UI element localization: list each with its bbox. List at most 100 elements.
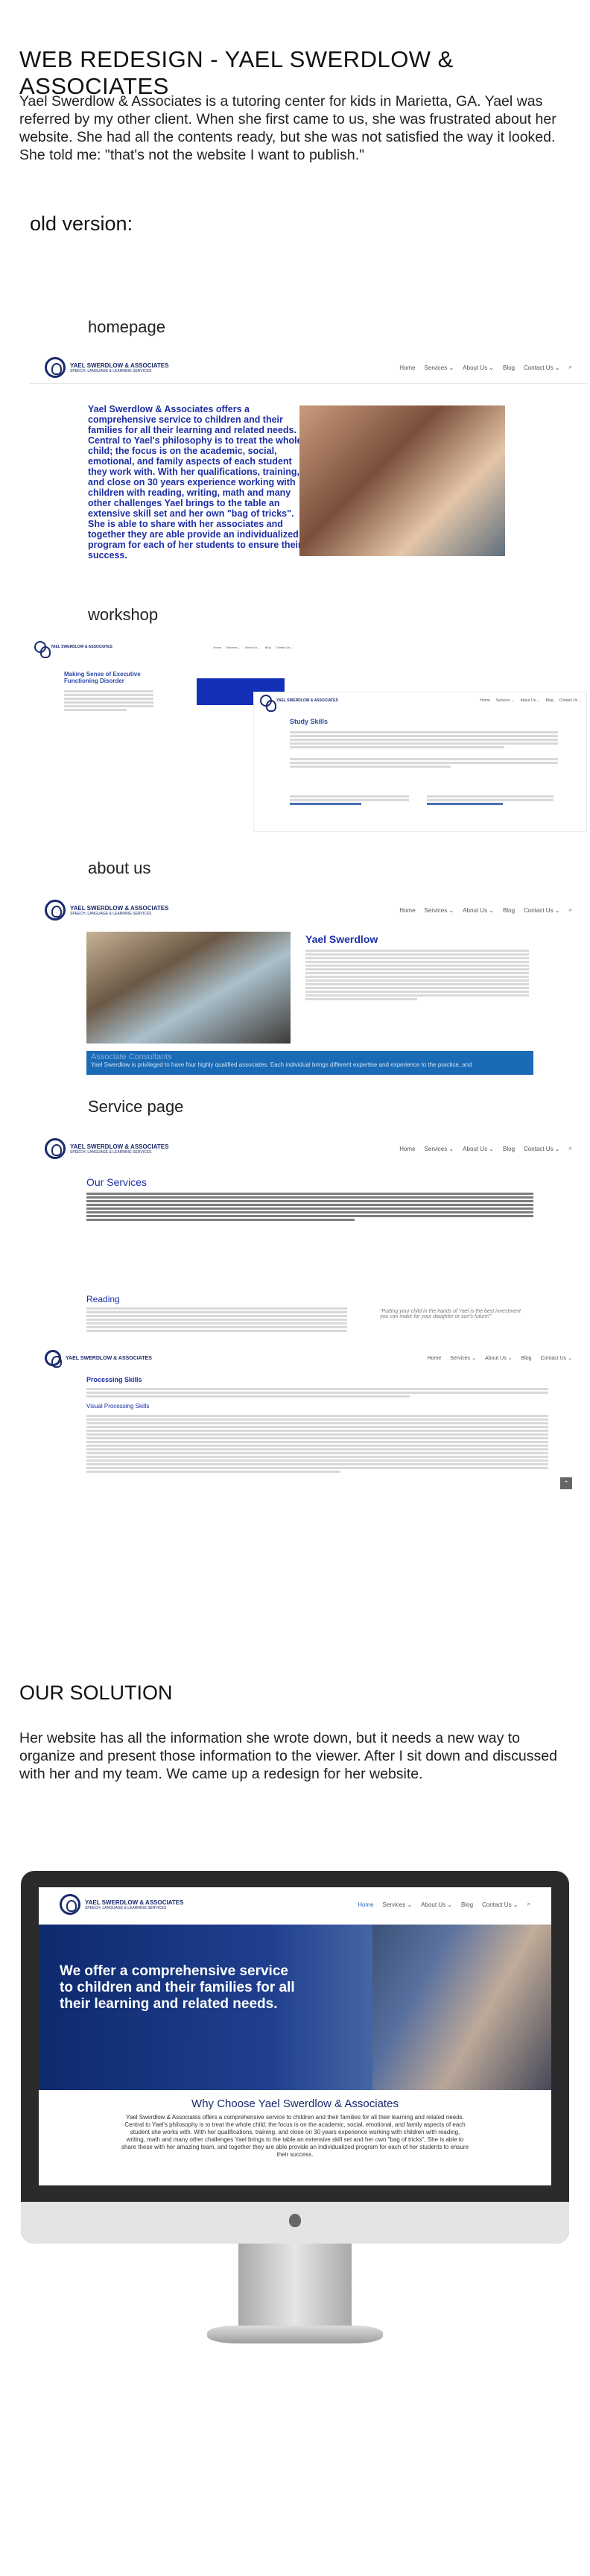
nav-services[interactable]: Services ⌄ — [450, 1355, 476, 1361]
old-version-heading: old version: — [30, 212, 133, 235]
nav-blog[interactable]: Blog — [503, 1146, 515, 1152]
logo-head-icon — [34, 641, 51, 658]
apple-logo-icon — [289, 2214, 301, 2227]
service-label: Service page — [88, 1097, 184, 1116]
workshop-heading: Making Sense of Executive Functioning Di… — [64, 671, 141, 684]
nav-blog[interactable]: Blog — [461, 1901, 473, 1908]
hero-banner: We offer a comprehensive service to chil… — [39, 1925, 551, 2090]
old-homepage-screenshot: YAEL SWERDLOW & ASSOCIATES SPEECH, LANGU… — [30, 350, 587, 604]
old-service-screenshot-b: YAEL SWERDLOW & ASSOCIATES Home Services … — [30, 1346, 587, 1547]
old-service-screenshot-a: YAEL SWERDLOW & ASSOCIATES SPEECH, LANGUA… — [30, 1130, 587, 1346]
visual-heading: Visual Processing Skills — [86, 1403, 150, 1409]
nav-contact[interactable]: Contact Us ⌄ — [276, 645, 294, 649]
study-skills-heading: Study Skills — [290, 718, 329, 725]
yael-portrait-photo — [299, 405, 505, 556]
nav-home[interactable]: Home — [399, 364, 415, 371]
nav-contact[interactable]: Contact Us ⌄ — [524, 907, 560, 914]
nav-about[interactable]: About Us ⌄ — [485, 1355, 513, 1361]
services-heading: Our Services — [86, 1176, 147, 1188]
scroll-up-button[interactable]: ⌃ — [560, 1477, 572, 1489]
workshop-label: workshop — [88, 605, 159, 624]
old-workshop-screenshot-b: YAEL SWERDLOW & ASSOCIATES Home Services … — [253, 692, 587, 832]
nav-home[interactable]: Home — [358, 1901, 373, 1908]
logo-name: YAEL SWERDLOW & ASSOCIATES — [70, 1143, 169, 1150]
reading-heading: Reading — [86, 1294, 120, 1304]
nav-about[interactable]: About Us ⌄ — [463, 907, 494, 914]
nav-blog[interactable]: Blog — [265, 645, 271, 649]
solution-paragraph: Her website has all the information she … — [19, 1730, 557, 1782]
nav-home[interactable]: Home — [480, 698, 489, 703]
about-label: about us — [88, 859, 151, 877]
why-heading: Why Choose Yael Swerdlow & Associates — [191, 2097, 399, 2110]
banner-text: Yael Swerdlow is privileged to have four… — [91, 1061, 472, 1068]
search-icon[interactable]: ⌕ — [569, 364, 572, 371]
solution-heading: OUR SOLUTION — [19, 1682, 173, 1704]
logo-name: YAEL SWERDLOW & ASSOCIATES — [70, 362, 169, 369]
search-icon[interactable]: ⌕ — [527, 1901, 530, 1908]
nav-services[interactable]: Services ⌄ — [496, 698, 515, 703]
nav-about[interactable]: About Us ⌄ — [521, 698, 540, 703]
nav-blog[interactable]: Blog — [546, 698, 553, 703]
nav-contact[interactable]: Contact Us ⌄ — [541, 1355, 572, 1361]
nav-services[interactable]: Services ⌄ — [425, 907, 454, 914]
logo-head-icon — [45, 900, 66, 921]
logo-name: YAEL SWERDLOW & ASSOCIATES — [70, 904, 169, 912]
logo-head-icon — [45, 357, 66, 378]
monitor-frame: YAEL SWERDLOW & ASSOCIATES SPEECH, LANGUA… — [21, 1871, 569, 2244]
home-blurb: Yael Swerdlow & Associates offers a comp… — [88, 404, 302, 561]
monitor-stand-neck — [238, 2244, 352, 2332]
processing-heading: Processing Skills — [86, 1376, 142, 1383]
testimonial-quote: "Putting your child in the hands of Yael… — [380, 1309, 521, 1319]
nav-home[interactable]: Home — [213, 645, 221, 649]
logo-tagline: SPEECH, LANGUAGE & LEARNING SERVICES — [70, 368, 152, 373]
logo-tagline: SPEECH, LANGUAGE & LEARNING SERVICES — [70, 1149, 152, 1155]
nav-home[interactable]: Home — [428, 1356, 442, 1361]
nav-home[interactable]: Home — [399, 907, 415, 914]
tutoring-session-photo — [86, 932, 291, 1044]
nav-contact[interactable]: Contact Us ⌄ — [482, 1901, 518, 1908]
nav-home[interactable]: Home — [399, 1146, 415, 1152]
nav-about[interactable]: About Us ⌄ — [421, 1901, 452, 1908]
search-icon[interactable]: ⌕ — [569, 906, 572, 914]
intro-paragraph: Yael Swerdlow & Associates is a tutoring… — [19, 93, 556, 163]
homepage-label: homepage — [88, 318, 165, 336]
why-text: Yael Swerdlow & Associates offers a comp… — [121, 2114, 469, 2158]
banner-title: Associate Consultants — [91, 1052, 172, 1061]
nav-contact[interactable]: Contact Us ⌄ — [559, 698, 582, 703]
nav-services[interactable]: Services ⌄ — [226, 645, 241, 649]
logo-tagline: SPEECH, LANGUAGE & LEARNING SERVICES — [70, 911, 152, 916]
nav-about[interactable]: About Us ⌄ — [463, 1146, 494, 1152]
nav-blog[interactable]: Blog — [521, 1356, 532, 1361]
nav-blog[interactable]: Blog — [503, 364, 515, 371]
logo-name: YAEL SWERDLOW & ASSOCIATES — [276, 698, 338, 703]
nav-about[interactable]: About Us ⌄ — [463, 364, 494, 371]
logo-name: YAEL SWERDLOW & ASSOCIATES — [51, 645, 112, 649]
nav-about[interactable]: About Us ⌄ — [245, 645, 261, 649]
old-about-screenshot: YAEL SWERDLOW & ASSOCIATES SPEECH, LANGUA… — [30, 891, 587, 1084]
monitor-chin — [21, 2202, 569, 2244]
about-name: Yael Swerdlow — [305, 933, 378, 945]
logo-head-icon — [60, 1894, 80, 1915]
nav-contact[interactable]: Contact Us ⌄ — [524, 364, 560, 371]
nav-blog[interactable]: Blog — [503, 907, 515, 914]
associates-banner: Associate Consultants Yael Swerdlow is p… — [86, 1051, 533, 1075]
monitor-stand-base — [207, 2326, 383, 2343]
logo-head-icon — [260, 695, 276, 712]
nav-services[interactable]: Services ⌄ — [383, 1901, 413, 1908]
site-nav: Home Services ⌄ About Us ⌄ Blog Contact … — [399, 364, 572, 371]
logo-head-icon — [45, 1350, 62, 1368]
hero-photo — [372, 1925, 551, 2090]
logo-name: YAEL SWERDLOW & ASSOCIATES — [66, 1355, 152, 1361]
site-logo[interactable]: YAEL SWERDLOW & ASSOCIATES SPEECH, LANGU… — [45, 357, 168, 378]
search-icon[interactable]: ⌕ — [569, 1145, 572, 1152]
nav-contact[interactable]: Contact Us ⌄ — [524, 1146, 560, 1152]
hero-text: We offer a comprehensive service to chil… — [60, 1963, 295, 2012]
logo-tagline: SPEECH, LANGUAGE & LEARNING SERVICES — [85, 1905, 167, 1910]
site-logo[interactable]: YAEL SWERDLOW & ASSOCIATES SPEECH, LANGUA… — [60, 1894, 183, 1915]
logo-head-icon — [45, 1138, 66, 1159]
nav-services[interactable]: Services ⌄ — [425, 1146, 454, 1152]
logo-name: YAEL SWERDLOW & ASSOCIATES — [85, 1898, 184, 1906]
nav-services[interactable]: Services ⌄ — [425, 364, 454, 371]
redesign-nav: Home Services ⌄ About Us ⌄ Blog Contact … — [358, 1901, 530, 1908]
monitor-screen: YAEL SWERDLOW & ASSOCIATES SPEECH, LANGUA… — [39, 1887, 551, 2185]
